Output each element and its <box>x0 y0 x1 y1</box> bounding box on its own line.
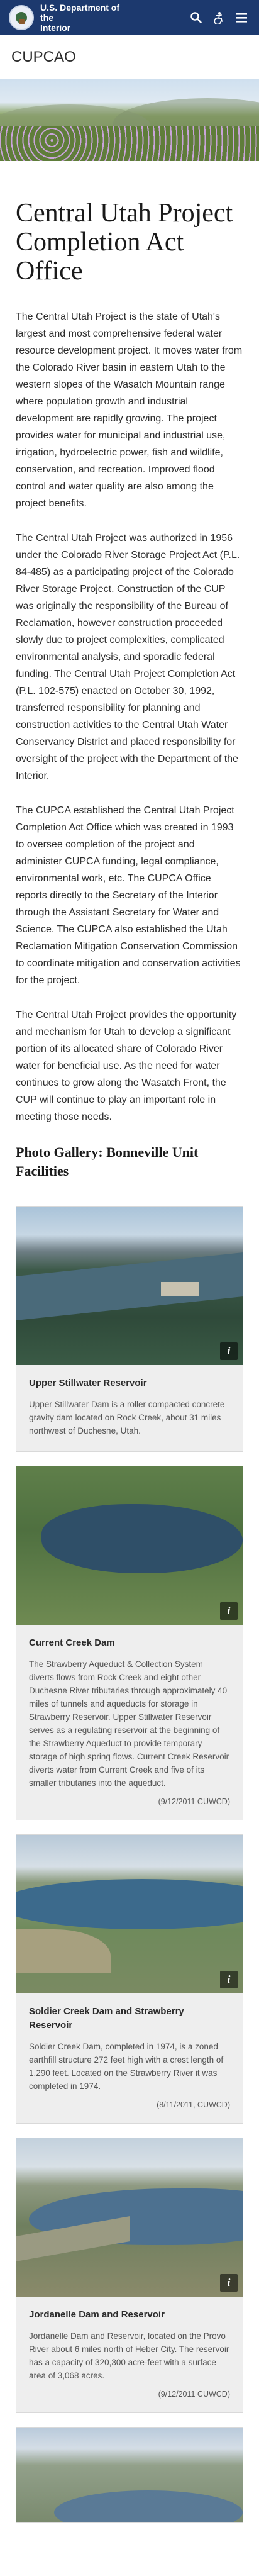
photo-credit: (9/12/2011 CUWCD) <box>158 2390 230 2399</box>
site-name-link[interactable]: U.S. Department of the Interior <box>40 3 135 33</box>
site-name-line2: Interior <box>40 23 71 33</box>
photo-caption: The Strawberry Aqueduct & Collection Sys… <box>29 1659 229 1788</box>
info-icon[interactable]: i <box>220 2274 238 2292</box>
gallery-photo[interactable]: i <box>16 2138 243 2297</box>
photo-title: Upper Stillwater Reservoir <box>29 1378 147 1388</box>
photo-credit: (9/12/2011 CUWCD) <box>158 1797 230 1806</box>
gallery-card: i Jordanelle Dam and Reservoir Jordanell… <box>16 2138 243 2413</box>
gallery-card: i Soldier Creek Dam and Strawberry Reser… <box>16 1834 243 2124</box>
header-icons <box>185 5 253 30</box>
photo-title: Current Creek Dam <box>29 1637 115 1648</box>
gallery-photo[interactable]: i <box>16 1466 243 1625</box>
cupca-office-paragraph: The CUPCA established the Central Utah P… <box>16 805 241 986</box>
info-icon[interactable]: i <box>220 1971 238 1988</box>
accessibility-icon[interactable] <box>207 5 230 30</box>
menu-icon[interactable] <box>230 5 253 30</box>
gallery-photo[interactable]: i <box>16 1207 243 1365</box>
gallery-card: i Upper Stillwater Reservoir Upper Still… <box>16 1206 243 1452</box>
gallery-photo[interactable] <box>16 2428 243 2522</box>
site-name-line1: U.S. Department of the <box>40 3 120 23</box>
photo-caption: Jordanelle Dam and Reservoir, located on… <box>29 2331 229 2380</box>
search-icon[interactable] <box>185 5 207 30</box>
hero-banner-image <box>0 79 259 161</box>
main-content: Central Utah Project Completion Act Offi… <box>0 199 259 2523</box>
photo-credit: (8/11/2011, CUWCD) <box>157 2100 230 2109</box>
photo-caption: Upper Stillwater Dam is a roller compact… <box>29 1400 225 1436</box>
info-icon[interactable]: i <box>220 1602 238 1620</box>
doi-seal-logo[interactable] <box>9 5 34 30</box>
gallery-photo[interactable]: i <box>16 1835 243 1993</box>
gallery-card <box>16 2427 243 2523</box>
opportunity-paragraph: The Central Utah Project provides the op… <box>16 1010 237 1122</box>
page-title: Central Utah Project Completion Act Offi… <box>16 199 233 286</box>
info-icon[interactable]: i <box>220 1342 238 1360</box>
office-bar: CUPCAO <box>0 35 259 79</box>
office-name-link[interactable]: CUPCAO <box>11 48 76 66</box>
photo-caption: Soldier Creek Dam, completed in 1974, is… <box>29 2042 224 2091</box>
photo-title: Jordanelle Dam and Reservoir <box>29 2309 165 2320</box>
intro-paragraph: The Central Utah Project is the state of… <box>16 311 243 509</box>
gallery-heading: Photo Gallery: Bonneville Unit Facilitie… <box>16 1144 199 1179</box>
site-header: U.S. Department of the Interior <box>0 0 259 35</box>
photo-title: Soldier Creek Dam and Strawberry Reservo… <box>29 2006 184 2031</box>
gallery-card: i Current Creek Dam The Strawberry Aqued… <box>16 1466 243 1820</box>
history-paragraph: The Central Utah Project was authorized … <box>16 533 240 781</box>
